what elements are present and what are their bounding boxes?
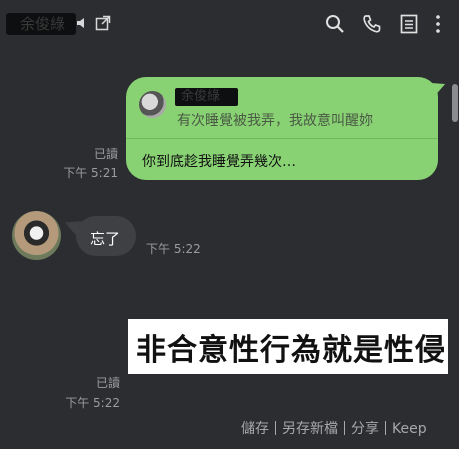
- save-button[interactable]: 儲存: [241, 421, 269, 437]
- quote-sender-name: 余俊綠: [175, 88, 238, 106]
- phone-icon[interactable]: [362, 14, 382, 34]
- message-time: 下午 5:21: [63, 166, 118, 180]
- image-actions: 儲存 另存新檔 分享 Keep: [241, 418, 427, 438]
- save-as-button[interactable]: 另存新檔: [282, 421, 338, 437]
- message-time: 下午 5:22: [65, 396, 120, 410]
- contact-avatar[interactable]: [12, 211, 61, 260]
- scrollbar[interactable]: [452, 84, 458, 122]
- message-time: 下午 5:22: [146, 242, 201, 256]
- notes-icon[interactable]: [400, 14, 418, 34]
- incoming-message-text: 忘了: [90, 230, 121, 248]
- reply-message-text: 你到底趁我睡覺弄幾次…: [142, 154, 296, 170]
- contact-name: 余俊綠: [6, 13, 76, 35]
- keep-button[interactable]: Keep: [392, 421, 427, 437]
- action-separator: [275, 421, 276, 435]
- external-link-icon[interactable]: [95, 15, 111, 31]
- read-receipt: 已讀: [95, 376, 120, 390]
- speaker-icon[interactable]: [76, 16, 90, 30]
- more-icon[interactable]: [434, 14, 442, 34]
- search-icon[interactable]: [325, 14, 345, 34]
- action-separator: [385, 421, 386, 435]
- share-button[interactable]: 分享: [351, 421, 379, 437]
- read-receipt: 已讀: [93, 147, 118, 161]
- quoted-message-text[interactable]: 有次睡覺被我弄，我故意叫醒妳: [177, 110, 373, 130]
- action-separator: [344, 421, 345, 435]
- quote-divider: [126, 138, 438, 139]
- quote-avatar: [139, 91, 166, 118]
- image-message-text: 非合意性行為就是性侵: [136, 333, 446, 368]
